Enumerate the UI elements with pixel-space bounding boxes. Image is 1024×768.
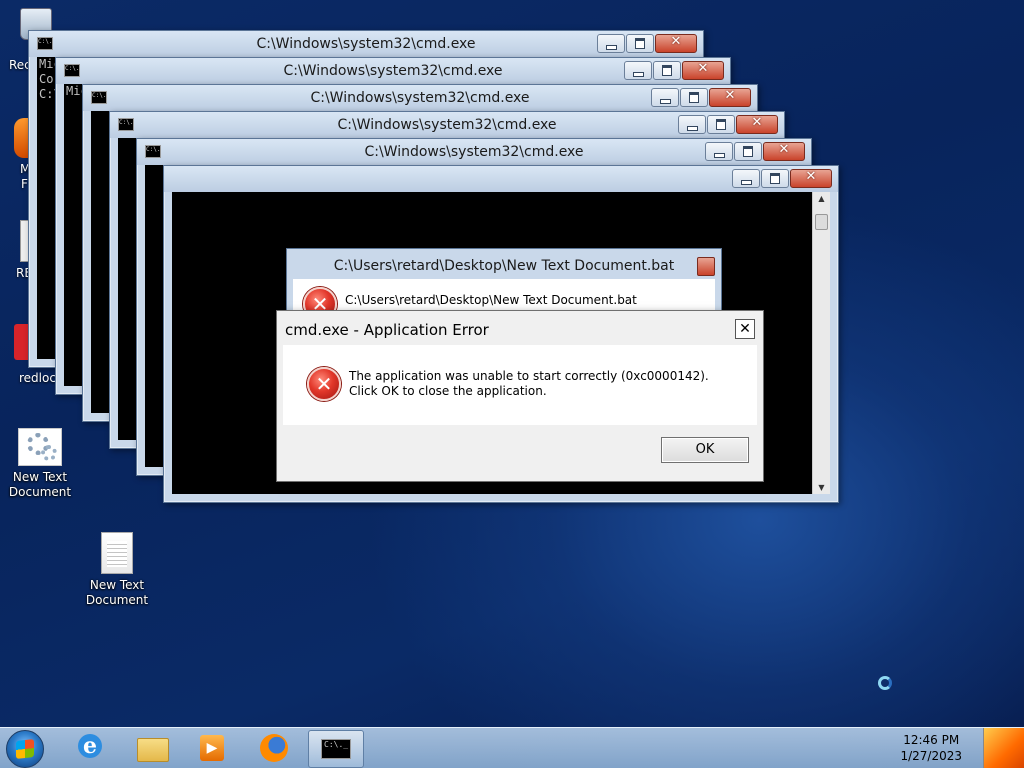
taskbar-internet-explorer[interactable]: e	[62, 730, 116, 766]
dialog-title: cmd.exe - Application Error	[285, 321, 489, 339]
minimize-button[interactable]	[597, 34, 625, 53]
cmd-icon: C:\._	[321, 739, 351, 759]
taskbar: e ▶ C:\._ 12:46 PM 1/27/2023	[0, 727, 1024, 768]
desktop-icon-new-text-document-2[interactable]: New Text Document	[77, 532, 157, 608]
desktop-icon-label: New Text Document	[8, 470, 72, 499]
error-icon: ✕	[307, 367, 341, 401]
taskbar-firefox[interactable]	[246, 730, 300, 766]
maximize-button[interactable]	[653, 61, 681, 80]
close-button[interactable]	[697, 257, 715, 276]
maximize-button[interactable]	[761, 169, 789, 188]
minimize-button[interactable]	[705, 142, 733, 161]
minimize-button[interactable]	[624, 61, 652, 80]
application-error-dialog[interactable]: cmd.exe - Application Error ✕ ✕ The appl…	[276, 310, 764, 482]
error-message: The application was unable to start corr…	[349, 369, 709, 398]
close-button[interactable]	[790, 169, 832, 188]
minimize-button[interactable]	[678, 115, 706, 134]
bat-dialog-title: C:\Users\retard\Desktop\New Text Documen…	[333, 258, 675, 274]
taskbar-cmd[interactable]: C:\._	[308, 730, 364, 768]
explorer-folder-icon	[137, 738, 169, 762]
start-button[interactable]	[6, 730, 44, 768]
clock-date: 1/27/2023	[900, 749, 962, 763]
close-button[interactable]	[655, 34, 697, 53]
internet-explorer-icon: e	[78, 734, 102, 758]
desktop-icon-new-text-document-1[interactable]: New Text Document	[0, 428, 80, 500]
close-button[interactable]	[682, 61, 724, 80]
maximize-button[interactable]	[626, 34, 654, 53]
gear-document-icon	[18, 428, 62, 466]
text-document-icon	[101, 532, 133, 574]
bat-dialog-message: C:\Users\retard\Desktop\New Text Documen…	[345, 293, 637, 307]
minimize-button[interactable]	[732, 169, 760, 188]
desktop-icon-label: New Text Document	[85, 578, 149, 607]
clock-time: 12:46 PM	[903, 733, 960, 747]
maximize-button[interactable]	[734, 142, 762, 161]
close-button[interactable]	[709, 88, 751, 107]
taskbar-media-player[interactable]: ▶	[184, 730, 238, 766]
media-player-icon: ▶	[200, 735, 224, 761]
ok-button[interactable]: OK	[661, 437, 749, 463]
scrollbar[interactable]: ▲ ▼	[812, 192, 830, 494]
close-button[interactable]: ✕	[735, 319, 755, 339]
close-button[interactable]	[763, 142, 805, 161]
windows-logo-icon	[16, 739, 34, 759]
maximize-button[interactable]	[680, 88, 708, 107]
show-desktop-button[interactable]	[983, 728, 1024, 768]
scrollbar-thumb[interactable]	[815, 214, 828, 230]
firefox-icon	[260, 734, 288, 762]
busy-cursor-icon	[878, 676, 892, 690]
close-button[interactable]	[736, 115, 778, 134]
taskbar-explorer[interactable]	[124, 730, 178, 766]
minimize-button[interactable]	[651, 88, 679, 107]
desktop-label-f: F	[21, 177, 28, 191]
maximize-button[interactable]	[707, 115, 735, 134]
system-clock[interactable]: 12:46 PM 1/27/2023	[900, 732, 962, 764]
